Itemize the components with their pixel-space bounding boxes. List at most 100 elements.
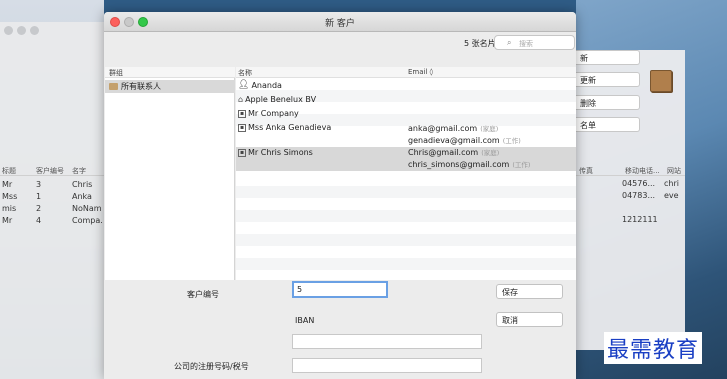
- table-row[interactable]: [578, 203, 684, 215]
- card-count: 5 张名片: [464, 39, 496, 48]
- contact-name: Mr Company: [248, 109, 299, 118]
- email-tag: (家庭): [481, 149, 500, 157]
- groups-panel: [105, 67, 235, 280]
- background-right-table: 04576... chri 04783... eve 1212111: [578, 179, 684, 227]
- contacts-header: 名称 Email ◊: [236, 67, 576, 78]
- table-cell: [578, 203, 622, 215]
- groups-header: 群组: [105, 67, 235, 78]
- contact-row[interactable]: ▪ Mr Company: [236, 108, 576, 120]
- table-cell: [578, 215, 622, 227]
- new-customer-dialog: 新 客户 5 张名片 ⌕ 搜索 群组 所有联系人 名称 Email ◊ 👤︎ A…: [104, 12, 576, 379]
- contact-row[interactable]: 👤︎ Ananda: [236, 80, 576, 92]
- name-column-header[interactable]: 名称: [238, 68, 252, 78]
- email-address: chris_simons@gmail.com: [408, 160, 510, 169]
- row-stripe: [236, 258, 576, 270]
- background-window-controls: [4, 26, 39, 35]
- table-cell: 04783...: [622, 191, 656, 200]
- background-right-table-header: 传真 移动电话... 网站: [576, 164, 685, 176]
- background-table: Mr 3 Chris Mss 1 Anka mis 2 NoNam Mr 4 C…: [0, 179, 104, 227]
- table-row[interactable]: 04576... chri: [578, 179, 684, 191]
- minimize-dot-icon: [17, 26, 26, 35]
- table-cell: [664, 215, 684, 227]
- search-field[interactable]: ⌕ 搜索: [494, 35, 575, 50]
- email-address: genadieva@gmail.com: [408, 136, 500, 145]
- list-button[interactable]: 名单: [576, 117, 640, 132]
- email-tag: (家庭): [480, 125, 499, 133]
- table-cell: NoNam: [72, 204, 102, 213]
- column-header: 名字: [72, 167, 86, 175]
- email-address: Chris@gmail.com: [408, 148, 479, 157]
- table-row[interactable]: Mss 1 Anka: [0, 191, 104, 203]
- building-icon: ⌂: [238, 95, 244, 104]
- contact-row-selected[interactable]: ▪ Mr Chris Simons Chris@gmail.com (家庭) ch…: [236, 147, 576, 171]
- group-item-label: 所有联系人: [121, 82, 161, 91]
- table-cell: Compa.: [72, 216, 103, 225]
- table-row[interactable]: 04783... eve: [578, 191, 684, 203]
- zoom-dot-icon: [30, 26, 39, 35]
- email-entry[interactable]: Chris@gmail.com (家庭): [408, 147, 530, 159]
- column-header: 传真: [579, 167, 593, 175]
- email-entry[interactable]: chris_simons@gmail.com (工作): [408, 159, 530, 171]
- email-column-header[interactable]: Email ◊: [408, 68, 433, 76]
- column-header: 客户编号: [36, 167, 64, 175]
- email-tag: (工作): [502, 137, 521, 145]
- update-button[interactable]: 更新: [576, 72, 640, 87]
- contact-row[interactable]: ▪ Mss Anka Genadieva anka@gmail.com (家庭) …: [236, 122, 576, 146]
- background-table-header: 标题 客户编号 名字: [0, 164, 104, 176]
- search-icon: ⌕: [507, 38, 512, 47]
- table-row[interactable]: Mr 4 Compa.: [0, 215, 104, 227]
- cancel-button[interactable]: 取消: [496, 312, 563, 327]
- table-cell: [578, 191, 622, 203]
- contact-row[interactable]: ⌂ Apple Benelux BV: [236, 94, 576, 106]
- email-tag: (工作): [512, 161, 531, 169]
- customer-number-input[interactable]: 5: [292, 281, 388, 298]
- company-registration-input[interactable]: [292, 358, 482, 373]
- table-cell: Mr: [2, 216, 13, 225]
- close-dot-icon: [4, 26, 13, 35]
- table-cell: chri: [664, 179, 679, 188]
- table-cell: Mss: [2, 192, 18, 201]
- table-cell: [664, 203, 684, 215]
- titlebar: 新 客户: [104, 12, 576, 32]
- delete-button[interactable]: 删除: [576, 95, 640, 110]
- search-placeholder: 搜索: [519, 40, 533, 48]
- address-book-icon: [650, 70, 672, 92]
- table-row[interactable]: 1212111: [578, 215, 684, 227]
- iban-label: IBAN: [295, 316, 315, 325]
- table-cell: [578, 179, 622, 191]
- window-title: 新 客户: [325, 19, 355, 29]
- row-stripe: [236, 234, 576, 246]
- contact-name: Ananda: [251, 81, 282, 90]
- card-icon: ▪: [238, 109, 246, 118]
- person-icon: 👤︎: [238, 80, 250, 90]
- column-header: 标题: [2, 167, 16, 175]
- contact-name: Apple Benelux BV: [245, 95, 317, 104]
- new-button[interactable]: 新: [576, 50, 640, 65]
- table-cell: 1212111: [622, 215, 658, 224]
- table-cell: eve: [664, 191, 679, 200]
- watermark-logo: 最需教育: [604, 332, 703, 364]
- save-button[interactable]: 保存: [496, 284, 563, 299]
- email-entry[interactable]: genadieva@gmail.com (工作): [408, 135, 521, 147]
- email-entry[interactable]: anka@gmail.com (家庭): [408, 123, 521, 135]
- row-stripe: [236, 186, 576, 198]
- company-registration-label: 公司的注册号码/税号: [174, 362, 249, 371]
- table-cell: mis: [2, 204, 17, 213]
- table-cell: 04576...: [622, 179, 656, 188]
- email-address: anka@gmail.com: [408, 124, 478, 133]
- contact-name: Mr Chris Simons: [248, 148, 313, 157]
- table-row[interactable]: mis 2 NoNam: [0, 203, 104, 215]
- card-icon: ▪: [238, 123, 246, 132]
- group-item-all-contacts[interactable]: 所有联系人: [105, 80, 235, 93]
- card-icon: ▪: [238, 148, 246, 157]
- folder-icon: [109, 83, 118, 90]
- row-stripe: [236, 210, 576, 222]
- table-cell: 4: [36, 216, 42, 225]
- column-header: 移动电话...: [625, 167, 660, 175]
- table-row[interactable]: Mr 3 Chris: [0, 179, 104, 191]
- iban-input[interactable]: [292, 334, 482, 349]
- table-cell: 2: [36, 204, 42, 213]
- table-cell: Anka: [72, 192, 92, 201]
- contact-name: Mss Anka Genadieva: [248, 123, 332, 132]
- customer-number-label: 客户编号: [187, 290, 219, 299]
